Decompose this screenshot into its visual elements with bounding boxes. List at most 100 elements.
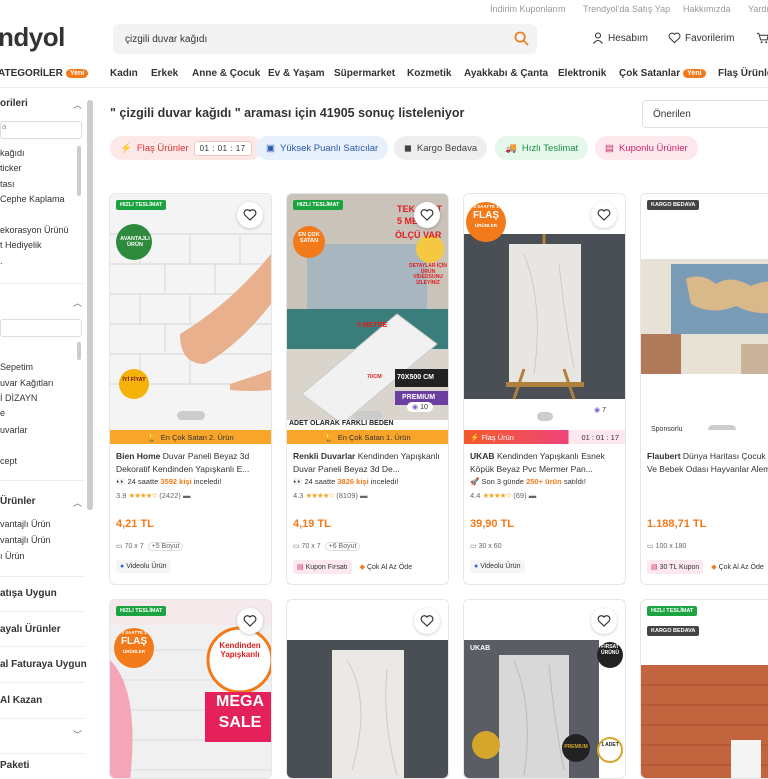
fast-delivery-badge: HIZLI TESLİMAT	[116, 606, 167, 617]
product-card[interactable]: KARGO BEDAVA Sponsorlu Flaubert Dünya Ha…	[640, 193, 768, 585]
sidebar-item[interactable]: .	[0, 256, 3, 266]
chevron-up-icon[interactable]: ︿	[73, 496, 82, 509]
sidebar-item[interactable]: kağıdı	[0, 148, 25, 158]
account-link[interactable]: Hesabım	[592, 32, 648, 44]
coupon-tag: ▤ Kupon Fırsatı	[293, 560, 352, 574]
product-tags: ▤ Kupon Fırsatı ◆ Çok Al Az Öde	[293, 560, 417, 574]
sidebar-item[interactable]: ekorasyon Ürünü	[0, 225, 69, 235]
nav-item-kadin[interactable]: Kadın	[110, 68, 138, 79]
nav-item-kozmetik[interactable]: Kozmetik	[407, 68, 451, 79]
chevron-up-icon[interactable]: ︿	[73, 296, 82, 309]
sidebar-scrollbar[interactable]	[77, 342, 81, 360]
product-card[interactable]: EN ÇOK SATAN TEK FİYAT 5 METRE ÖLÇÜ VAR …	[286, 193, 449, 585]
image-text: ÖLÇÜ VAR	[395, 230, 442, 240]
nav-item-ev-yasam[interactable]: Ev & Yaşam	[268, 68, 325, 79]
favorite-button[interactable]	[414, 202, 440, 228]
product-card[interactable]: HIZLI TESLİMAT KARGO BEDAVA	[640, 599, 768, 779]
nav-item-anne-cocuk[interactable]: Anne & Çocuk	[192, 68, 260, 79]
sidebar-category-search[interactable]: a	[0, 121, 82, 139]
favorite-button[interactable]	[591, 202, 617, 228]
social-prefix: Son 3 günde	[481, 477, 524, 486]
product-image[interactable]: AVANTAJLI ÜRÜN İYİ FİYAT	[110, 194, 271, 430]
chevron-up-icon[interactable]: ︿	[73, 98, 82, 111]
product-card[interactable]: 3 SAATTE 1 FLAŞ ÜRÜNLER ◉ 7 ⚡ Flaş Ürün …	[463, 193, 626, 585]
product-title[interactable]: UKAB Kendinden Yapışkanlı Esnek Köpük Be…	[470, 450, 620, 476]
sidebar-item[interactable]: uvar Kağıtları	[0, 378, 54, 388]
product-image[interactable]	[641, 194, 768, 430]
filter-coupon-products[interactable]: ▤ Kuponlu Ürünler	[595, 136, 698, 160]
filter-flash-products[interactable]: ⚡ Flaş Ürünler 01 : 01 : 17	[110, 136, 262, 160]
more-sizes[interactable]: +6 Boyut	[324, 542, 361, 551]
product-image[interactable]: 3 SAATTE 1 FLAŞ ÜRÜNLER	[464, 194, 625, 430]
search-input[interactable]	[113, 24, 493, 54]
sidebar-link[interactable]: ayalı Ürünler	[0, 624, 61, 635]
sidebar-item[interactable]: t Hediyelik	[0, 240, 42, 250]
coupons-link[interactable]: İndirim Kuponlarım	[490, 4, 566, 14]
product-card[interactable]: UKAB FIRSAT ÜRÜNÜ PREMIUM 1 ADET	[463, 599, 626, 779]
social-prefix: 24 saatte	[304, 477, 336, 486]
sidebar-item[interactable]: vantajlı Ürün	[0, 535, 51, 545]
sidebar-item[interactable]: Sepetim	[0, 362, 33, 372]
ribbon-timer: 01 : 01 : 17	[581, 432, 619, 442]
nav-item-cok-satanlar[interactable]: Çok Satanlar Yeni	[619, 68, 706, 79]
sidebar-brand-search[interactable]	[0, 319, 82, 337]
nav-item-supermarket[interactable]: Süpermarket	[334, 68, 395, 79]
sidebar-item[interactable]: vantajlı Ürün	[0, 519, 51, 529]
image-text: FIRSAT ÜRÜNÜ	[600, 644, 620, 656]
sidebar-item[interactable]: e	[0, 408, 5, 418]
about-link[interactable]: Hakkımızda	[683, 4, 731, 14]
help-link[interactable]: Yardım	[748, 4, 768, 14]
nav-item-erkek[interactable]: Erkek	[151, 68, 178, 79]
sidebar-link[interactable]: al Faturaya Uygun	[0, 659, 87, 670]
sidebar-item[interactable]: uvarlar	[0, 425, 28, 435]
product-image[interactable]: EN ÇOK SATAN TEK FİYAT 5 METRE ÖLÇÜ VAR …	[287, 194, 448, 430]
search-bar[interactable]	[113, 24, 537, 54]
lightning-icon: ⚡	[470, 432, 480, 442]
page-scrollbar[interactable]	[87, 100, 93, 510]
image-carousel-dots[interactable]	[537, 412, 553, 421]
color-variants[interactable]: ◉ 7	[589, 405, 611, 415]
color-variants[interactable]: ◉ 10	[407, 402, 433, 412]
filter-top-sellers[interactable]: ▣ Yüksek Puanlı Satıcılar	[256, 136, 389, 160]
product-title[interactable]: Flaubert Dünya Haritası Çocuk Ve Bebek O…	[647, 450, 768, 476]
image-carousel-dots[interactable]	[177, 411, 205, 420]
favorite-button[interactable]	[237, 202, 263, 228]
cart-link[interactable]	[756, 32, 768, 44]
sidebar-link[interactable]: Al Kazan	[0, 695, 42, 706]
sidebar-item[interactable]: cept	[0, 456, 17, 466]
chevron-down-icon[interactable]: ﹀	[73, 728, 82, 741]
product-card[interactable]: 3 SAATTE 1 FLAŞ ÜRÜNLER Kendinden Yapışk…	[109, 599, 272, 779]
filter-sidebar: orileri ︿ a kağıdı ticker tası Cephe Kap…	[0, 88, 88, 771]
sidebar-item[interactable]: tası	[0, 179, 15, 189]
product-card[interactable]: AVANTAJLI ÜRÜN İYİ FİYAT HIZLI TESLİMAT …	[109, 193, 272, 585]
image-text: 70X500 CM	[397, 374, 434, 381]
logo[interactable]: ndyol	[0, 22, 65, 53]
sidebar-scrollbar[interactable]	[77, 146, 81, 196]
sidebar-item[interactable]: İ DİZAYN	[0, 393, 37, 403]
sidebar-item[interactable]: ticker	[0, 163, 22, 173]
favorite-button[interactable]	[414, 608, 440, 634]
nav-item-elektronik[interactable]: Elektronik	[558, 68, 606, 79]
favorites-link[interactable]: Favorilerim	[668, 32, 734, 44]
product-tags: ● Videolu Ürün	[116, 560, 171, 573]
product-card[interactable]	[286, 599, 449, 779]
sidebar-item[interactable]: Cephe Kaplama	[0, 194, 65, 204]
more-sizes[interactable]: +5 Boyut	[147, 542, 184, 551]
sort-dropdown[interactable]: Önerilen	[642, 100, 768, 128]
sell-link[interactable]: Trendyol'da Satış Yap	[583, 4, 670, 14]
favorite-button[interactable]	[591, 608, 617, 634]
nav-item-flas-urunler[interactable]: Flaş Ürünler	[718, 68, 768, 79]
sidebar-link[interactable]: atışa Uygun	[0, 588, 57, 599]
filter-free-shipping[interactable]: ◼ Kargo Bedava	[394, 136, 488, 160]
nav-all-categories[interactable]: ATEGORİLER Yeni	[0, 68, 89, 79]
search-icon[interactable]	[514, 31, 529, 51]
filter-fast-delivery[interactable]: 🚚 Hızlı Teslimat	[495, 136, 589, 160]
favorite-button[interactable]	[237, 608, 263, 634]
sidebar-item[interactable]: ı Ürün	[0, 551, 25, 561]
sidebar-link[interactable]: Paketi	[0, 760, 29, 771]
image-carousel-dots[interactable]	[708, 425, 736, 430]
image-carousel-dots[interactable]	[354, 411, 382, 420]
product-title[interactable]: Renkli Duvarlar Kendinden Yapışkanlı Duv…	[293, 450, 443, 476]
product-title[interactable]: Bien Home Duvar Paneli Beyaz 3d Dekorati…	[116, 450, 266, 476]
nav-item-ayakkabi-canta[interactable]: Ayakkabı & Çanta	[464, 68, 548, 79]
